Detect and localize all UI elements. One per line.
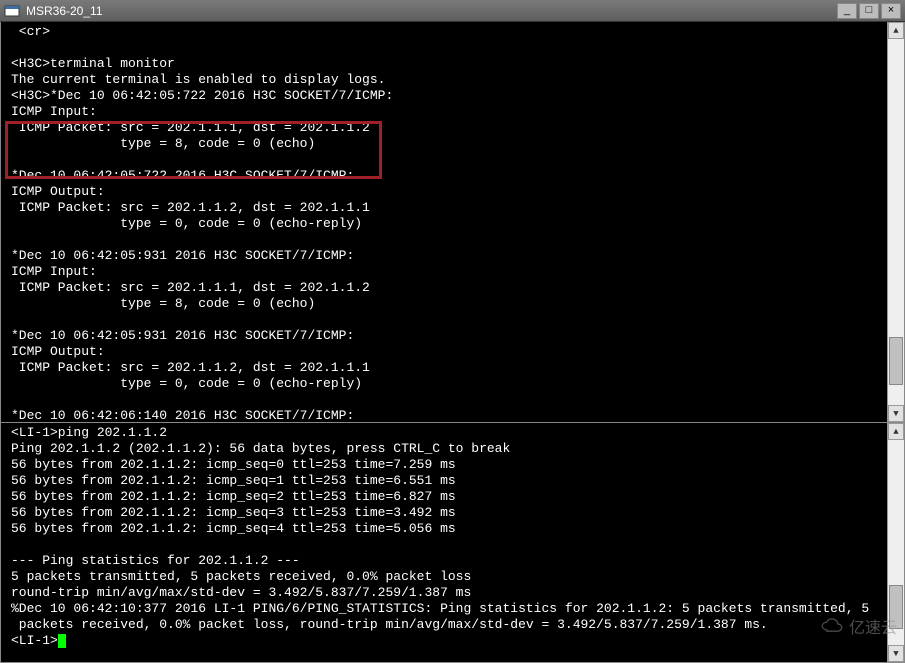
scroll-up-icon[interactable]: ▲ <box>888 423 904 440</box>
window-buttons: _ □ × <box>837 3 901 19</box>
terminal-pane-top[interactable]: <cr> <H3C>terminal monitor The current t… <box>0 22 905 423</box>
titlebar: MSR36-20_11 _ □ × <box>0 0 905 22</box>
cursor <box>58 634 66 648</box>
app-icon <box>4 3 20 19</box>
scroll-track[interactable] <box>888 39 904 405</box>
close-button[interactable]: × <box>881 3 901 19</box>
maximize-button[interactable]: □ <box>859 3 879 19</box>
scroll-down-icon[interactable]: ▼ <box>888 645 904 662</box>
scroll-thumb[interactable] <box>889 337 903 385</box>
window-title: MSR36-20_11 <box>26 4 837 18</box>
scroll-thumb[interactable] <box>889 585 903 629</box>
terminal-pane-bottom[interactable]: <LI-1>ping 202.1.1.2 Ping 202.1.1.2 (202… <box>0 423 905 663</box>
terminal-output-top: <cr> <H3C>terminal monitor The current t… <box>1 22 886 422</box>
scrollbar-top[interactable]: ▲ ▼ <box>887 22 904 422</box>
minimize-button[interactable]: _ <box>837 3 857 19</box>
scroll-down-icon[interactable]: ▼ <box>888 405 904 422</box>
terminal-output-bottom: <LI-1>ping 202.1.1.2 Ping 202.1.1.2 (202… <box>1 423 886 662</box>
scroll-track[interactable] <box>888 440 904 645</box>
scrollbar-bottom[interactable]: ▲ ▼ <box>887 423 904 662</box>
scroll-up-icon[interactable]: ▲ <box>888 22 904 39</box>
